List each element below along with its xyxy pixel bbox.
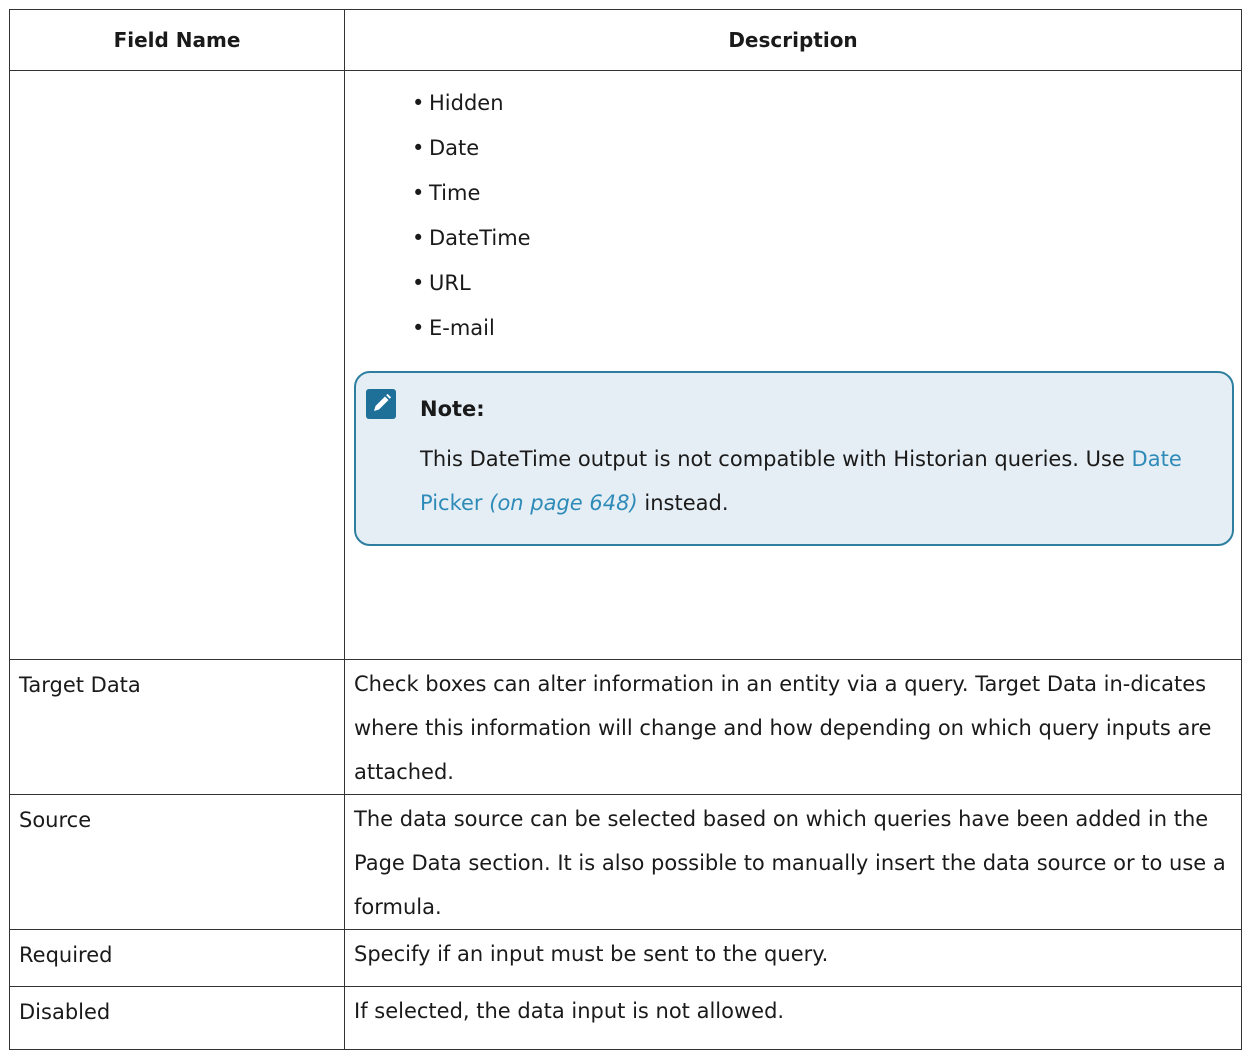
description-cell: Check boxes can alter information in an … xyxy=(344,659,1242,795)
header-description: Description xyxy=(344,9,1242,71)
list-item-label: Date xyxy=(429,136,480,160)
description-cell: Specify if an input must be sent to the … xyxy=(344,929,1242,987)
field-cell-empty xyxy=(9,70,345,660)
list-item-label: Hidden xyxy=(429,91,504,115)
field-description-table: Field Name Description • Hidden • Date • Ti… xyxy=(9,9,1242,1050)
description-cell: If selected, the data input is not allow… xyxy=(344,986,1242,1050)
table-header-row: Field Name Description xyxy=(9,9,1242,71)
description-cell: The data source can be selected based on… xyxy=(344,794,1242,930)
field-name-cell: Required xyxy=(9,929,345,987)
list-item: • DateTime xyxy=(412,226,531,250)
field-name-cell: Source xyxy=(9,794,345,930)
note-text-before: This DateTime output is not compatible w… xyxy=(420,447,1125,471)
note-text-after: instead. xyxy=(644,491,729,515)
list-item-label: E-mail xyxy=(429,316,495,340)
list-item: • Time xyxy=(412,181,481,205)
table-row: Required Specify if an input must be sen… xyxy=(9,929,1242,987)
list-item-label: DateTime xyxy=(429,226,531,250)
list-item: • E-mail xyxy=(412,316,495,340)
type-list: • Hidden • Date • Time • DateTime • URL • E-ma… xyxy=(354,71,1232,351)
field-name-cell: Disabled xyxy=(9,986,345,1050)
table-row: • Hidden • Date • Time • DateTime • URL • E-ma… xyxy=(9,70,1242,660)
header-field-name: Field Name xyxy=(9,9,345,71)
list-item: • Date xyxy=(412,136,480,160)
table-row: Source The data source can be selected b… xyxy=(9,794,1242,930)
pencil-note-icon xyxy=(366,389,396,419)
list-item: • Hidden xyxy=(412,91,504,115)
field-name-cell: Target Data xyxy=(9,659,345,795)
note-box: Note: This DateTime output is not compat… xyxy=(354,371,1234,546)
note-text: This DateTime output is not compatible w… xyxy=(420,437,1226,525)
list-item: • URL xyxy=(412,271,471,295)
description-cell: • Hidden • Date • Time • DateTime • URL • E-ma… xyxy=(344,70,1242,660)
list-item-label: URL xyxy=(429,271,471,295)
list-item-label: Time xyxy=(429,181,481,205)
note-label: Note: xyxy=(420,397,485,421)
table-row: Disabled If selected, the data input is … xyxy=(9,986,1242,1050)
table-row: Target Data Check boxes can alter inform… xyxy=(9,659,1242,795)
